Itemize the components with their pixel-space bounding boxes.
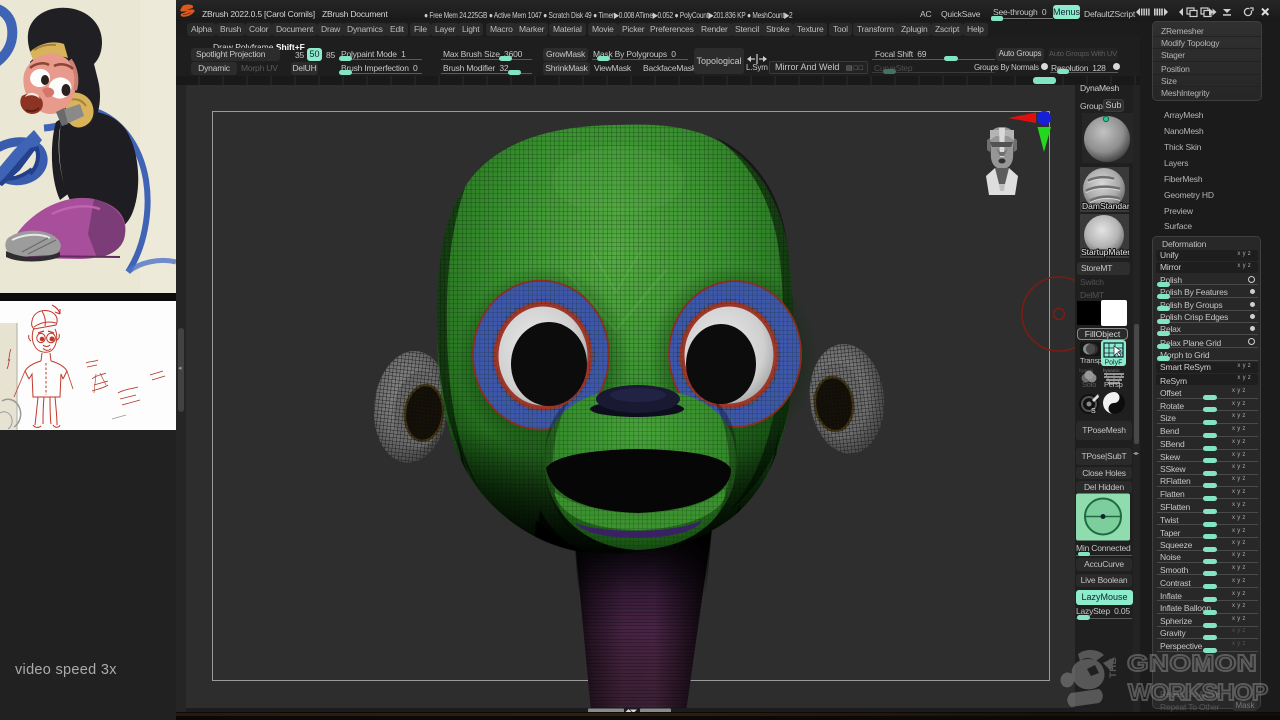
svg-text:DamStandard: DamStandard	[1082, 201, 1129, 211]
svg-text:WORKSHOP: WORKSHOP	[1128, 681, 1268, 706]
svg-text:THE: THE	[1108, 658, 1119, 679]
svg-text:StartupMateria: StartupMateria	[1081, 247, 1129, 257]
svg-text:S: S	[1091, 408, 1096, 415]
svg-text:GNOMON: GNOMON	[1127, 651, 1257, 676]
svg-text:PolyF: PolyF	[1105, 360, 1123, 367]
svg-text:hynamic: hynamic	[1103, 368, 1121, 373]
